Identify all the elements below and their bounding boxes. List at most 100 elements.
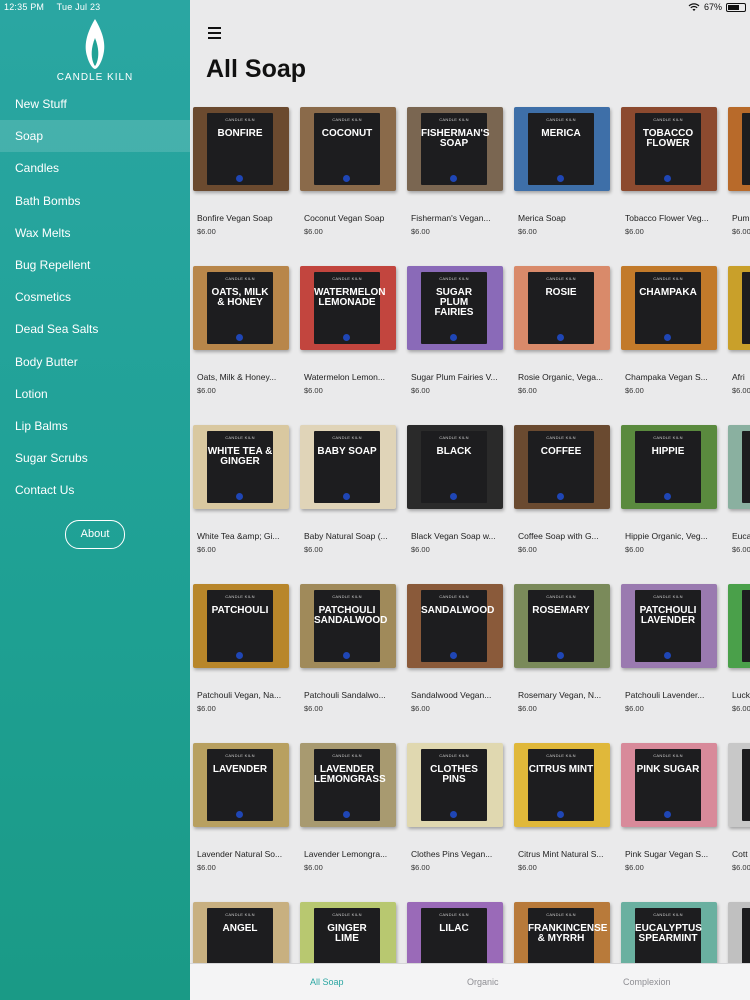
product-card[interactable]: CANDLE KILN ROSIE Rosie Organic, Vega... $6… [511,264,611,404]
sidebar-item-bug-repellent[interactable]: Bug Repellent [0,249,190,281]
product-image[interactable] [728,584,750,668]
product-image[interactable] [728,266,750,350]
soap-brand-text: CANDLE KILN [439,753,469,758]
product-image[interactable]: CANDLE KILN BABY SOAP [300,425,396,509]
product-image[interactable]: CANDLE KILN BONFIRE [193,107,289,191]
soap-label-band [742,272,750,344]
product-image[interactable]: CANDLE KILN SANDALWOOD [407,584,503,668]
vegan-badge-icon [664,811,671,818]
product-image[interactable] [728,425,750,509]
product-card[interactable]: CANDLE KILN HIPPIE Hippie Organic, Veg... $… [618,423,718,563]
product-image[interactable]: CANDLE KILN WHITE TEA & GINGER [193,425,289,509]
product-image[interactable]: CANDLE KILN FISHERMAN'S SOAP [407,107,503,191]
soap-label-band [742,431,750,503]
product-image[interactable] [728,743,750,827]
product-image[interactable]: CANDLE KILN ROSEMARY [514,584,610,668]
product-image[interactable]: CANDLE KILN PATCHOULI LAVENDER [621,584,717,668]
tab-all-soap[interactable]: All Soap [310,977,344,987]
product-card[interactable]: CANDLE KILN OATS, MILK & HONEY Oats, Milk … [190,264,290,404]
menu-icon[interactable] [208,27,221,42]
soap-brand-text: CANDLE KILN [546,276,576,281]
sidebar-item-cosmetics[interactable]: Cosmetics [0,281,190,313]
product-price: $6.00 [411,863,430,872]
tab-organic[interactable]: Organic [467,977,499,987]
product-card[interactable]: CANDLE KILN WATERMELON LEMONADE Watermelon… [297,264,397,404]
sidebar-item-new-stuff[interactable]: New Stuff [0,88,190,120]
product-image[interactable]: CANDLE KILN CHAMPAKA [621,266,717,350]
product-image[interactable]: CANDLE KILN COCONUT [300,107,396,191]
product-card[interactable]: CANDLE KILN CLOTHES PINS Clothes Pins Vega… [404,741,504,881]
product-card[interactable]: CANDLE KILN BLACK Black Vegan Soap w... $6.… [404,423,504,563]
product-card[interactable]: Luck $6.00 [725,582,750,722]
product-image[interactable]: CANDLE KILN COFFEE [514,425,610,509]
product-card[interactable]: Cott $6.00 [725,741,750,881]
product-image[interactable]: CANDLE KILN ROSIE [514,266,610,350]
product-card[interactable]: CANDLE KILN COCONUT Coconut Vegan Soap $6.0… [297,105,397,245]
sidebar-item-contact-us[interactable]: Contact Us [0,474,190,506]
product-name: Merica Soap [518,213,566,223]
product-card[interactable]: CANDLE KILN LAVENDER Lavender Natural So..… [190,741,290,881]
product-card[interactable]: CANDLE KILN TOBACCO FLOWER Tobacco Flower … [618,105,718,245]
product-card[interactable]: CANDLE KILN FISHERMAN'S SOAP Fisherman's V… [404,105,504,245]
product-image[interactable]: CANDLE KILN TOBACCO FLOWER [621,107,717,191]
product-price: $6.00 [304,704,323,713]
sidebar-item-bath-bombs[interactable]: Bath Bombs [0,185,190,217]
product-card[interactable]: Euca $6.00 [725,423,750,563]
product-card[interactable]: CANDLE KILN PATCHOULI Patchouli Vegan, Na.… [190,582,290,722]
product-card[interactable]: CANDLE KILN PATCHOULI SANDALWOOD Patchouli… [297,582,397,722]
about-button[interactable]: About [65,520,125,549]
product-image[interactable]: CANDLE KILN PINK SUGAR [621,743,717,827]
product-price: $6.00 [304,227,323,236]
product-image[interactable]: CANDLE KILN CITRUS MINT [514,743,610,827]
product-card[interactable]: CANDLE KILN PATCHOULI LAVENDER Patchouli L… [618,582,718,722]
product-card[interactable]: CANDLE KILN SANDALWOOD Sandalwood Vegan...… [404,582,504,722]
sidebar-item-sugar-scrubs[interactable]: Sugar Scrubs [0,442,190,474]
soap-label-title: COCONUT [321,128,373,139]
product-card[interactable]: CANDLE KILN CHAMPAKA Champaka Vegan S... $6… [618,264,718,404]
main-content: 67% All Soap CANDLE KILN BONFIRE Bonfire V… [190,0,750,1000]
product-card[interactable]: CANDLE KILN BONFIRE Bonfire Vegan Soap $6.0… [190,105,290,245]
product-card[interactable]: CANDLE KILN WHITE TEA & GINGER White Tea &… [190,423,290,563]
soap-brand-text: CANDLE KILN [653,276,683,281]
sidebar-item-candles[interactable]: Candles [0,152,190,184]
product-image[interactable]: CANDLE KILN PATCHOULI [193,584,289,668]
product-card[interactable]: CANDLE KILN SUGAR PLUM FAIRIES Sugar Plum … [404,264,504,404]
product-card[interactable]: CANDLE KILN MERICA Merica Soap $6.00 [511,105,611,245]
product-image[interactable]: CANDLE KILN BLACK [407,425,503,509]
product-card[interactable]: CANDLE KILN COFFEE Coffee Soap with G... $6… [511,423,611,563]
soap-label-title: PATCHOULI [211,605,269,616]
product-image[interactable]: CANDLE KILN MERICA [514,107,610,191]
product-card[interactable]: CANDLE KILN BABY SOAP Baby Natural Soap (.… [297,423,397,563]
product-image[interactable]: CANDLE KILN SUGAR PLUM FAIRIES [407,266,503,350]
vegan-badge-icon [236,175,243,182]
soap-brand-text: CANDLE KILN [546,912,576,917]
product-image[interactable]: CANDLE KILN HIPPIE [621,425,717,509]
soap-label-title: FRANKINCENSE & MYRRH [528,923,608,944]
sidebar-item-wax-melts[interactable]: Wax Melts [0,217,190,249]
product-image[interactable]: CANDLE KILN OATS, MILK & HONEY [193,266,289,350]
sidebar-item-lotion[interactable]: Lotion [0,378,190,410]
product-image[interactable]: CANDLE KILN LAVENDER LEMONGRASS [300,743,396,827]
brand-logo[interactable]: CANDLE KILN [0,18,190,83]
sidebar-item-lip-balms[interactable]: Lip Balms [0,410,190,442]
product-name: Rosemary Vegan, N... [518,690,602,700]
product-name: Black Vegan Soap w... [411,531,496,541]
soap-brand-text: CANDLE KILN [653,912,683,917]
product-image[interactable]: CANDLE KILN PATCHOULI SANDALWOOD [300,584,396,668]
product-card[interactable]: Afri $6.00 [725,264,750,404]
product-image[interactable]: CANDLE KILN LAVENDER [193,743,289,827]
product-card[interactable]: CANDLE KILN PINK SUGAR Pink Sugar Vegan S.… [618,741,718,881]
sidebar-item-body-butter[interactable]: Body Butter [0,346,190,378]
product-image[interactable]: CANDLE KILN CLOTHES PINS [407,743,503,827]
vegan-badge-icon [343,493,350,500]
sidebar-item-dead-sea-salts[interactable]: Dead Sea Salts [0,313,190,345]
soap-label-title: WATERMELON LEMONADE [314,287,386,308]
product-image[interactable] [728,107,750,191]
product-card[interactable]: Pum $6.00 [725,105,750,245]
product-image[interactable]: CANDLE KILN WATERMELON LEMONADE [300,266,396,350]
tab-complexion[interactable]: Complexion [623,977,671,987]
product-card[interactable]: CANDLE KILN ROSEMARY Rosemary Vegan, N... $… [511,582,611,722]
product-card[interactable]: CANDLE KILN CITRUS MINT Citrus Mint Natura… [511,741,611,881]
product-card[interactable]: CANDLE KILN LAVENDER LEMONGRASS Lavender L… [297,741,397,881]
sidebar-item-soap[interactable]: Soap [0,120,190,153]
